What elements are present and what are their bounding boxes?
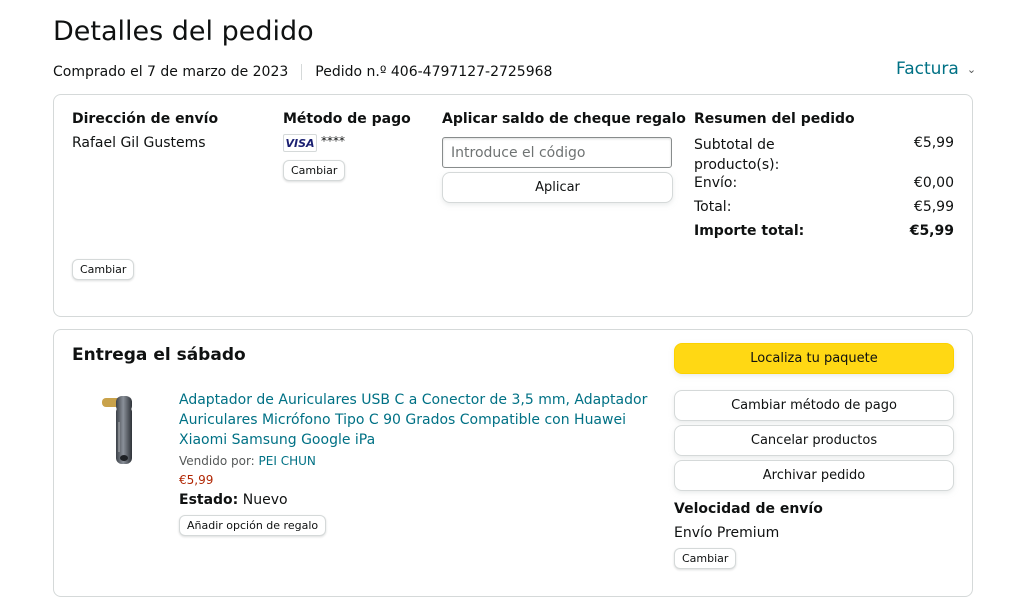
shipping-name: Rafael Gil Gustems [72, 135, 206, 151]
meta-divider [301, 64, 303, 80]
product-image[interactable] [92, 392, 148, 468]
card-mask: **** [321, 134, 345, 148]
summary-shipping-value: €0,00 [913, 175, 954, 191]
archive-order-button[interactable]: Archivar pedido [674, 460, 954, 491]
shipping-speed-value: Envío Premium [674, 525, 780, 541]
summary-total-label: Total: [694, 199, 732, 215]
summary-total-value: €5,99 [913, 199, 954, 215]
summary-heading: Resumen del pedido [694, 111, 855, 127]
page-title: Detalles del pedido [53, 16, 314, 47]
product-price: €5,99 [179, 473, 214, 487]
order-number: Pedido n.º 406-4797127-2725968 [315, 64, 553, 80]
summary-grand-total-value: €5,99 [909, 223, 954, 239]
sold-by-label: Vendido por: [179, 454, 255, 468]
invoice-dropdown[interactable]: Factura ⌄ [896, 59, 976, 79]
summary-grand-total-label: Importe total: [694, 223, 805, 239]
gift-code-input[interactable] [442, 137, 672, 168]
track-package-button[interactable]: Localiza tu paquete [674, 343, 954, 374]
shipping-heading: Dirección de envío [72, 111, 219, 127]
change-payment-button[interactable]: Cambiar [283, 160, 346, 181]
change-payment-method-button[interactable]: Cambiar método de pago [674, 390, 954, 421]
summary-shipping-label: Envío: [694, 175, 738, 191]
order-info-box [53, 94, 973, 317]
apply-gift-button[interactable]: Aplicar [442, 172, 673, 203]
change-shipping-speed-button[interactable]: Cambiar [674, 548, 737, 569]
summary-subtotal-label: Subtotal de producto(s): [694, 137, 780, 173]
change-address-button[interactable]: Cambiar [72, 259, 135, 280]
delivery-title: Entrega el sábado [72, 345, 246, 365]
chevron-down-icon: ⌄ [966, 62, 977, 76]
condition-label: Estado: [179, 492, 239, 508]
cancel-items-button[interactable]: Cancelar productos [674, 425, 954, 456]
shipping-speed-heading: Velocidad de envío [674, 501, 823, 517]
product-condition: Estado: Nuevo [179, 492, 288, 508]
invoice-label: Factura [896, 59, 959, 79]
purchase-date: Comprado el 7 de marzo de 2023 [53, 64, 289, 80]
payment-heading: Método de pago [283, 111, 411, 127]
condition-value: Nuevo [242, 492, 288, 508]
product-title-link[interactable]: Adaptador de Auriculares USB C a Conecto… [179, 390, 649, 450]
add-gift-option-button[interactable]: Añadir opción de regalo [179, 515, 327, 536]
order-meta: Comprado el 7 de marzo de 2023 Pedido n.… [53, 64, 552, 80]
summary-subtotal-value: €5,99 [913, 135, 954, 151]
seller-link[interactable]: PEI CHUN [259, 454, 316, 468]
visa-card-icon: VISA [283, 134, 317, 152]
sold-by: Vendido por: PEI CHUN [179, 454, 316, 468]
gift-card-heading: Aplicar saldo de cheque regalo [442, 111, 686, 127]
